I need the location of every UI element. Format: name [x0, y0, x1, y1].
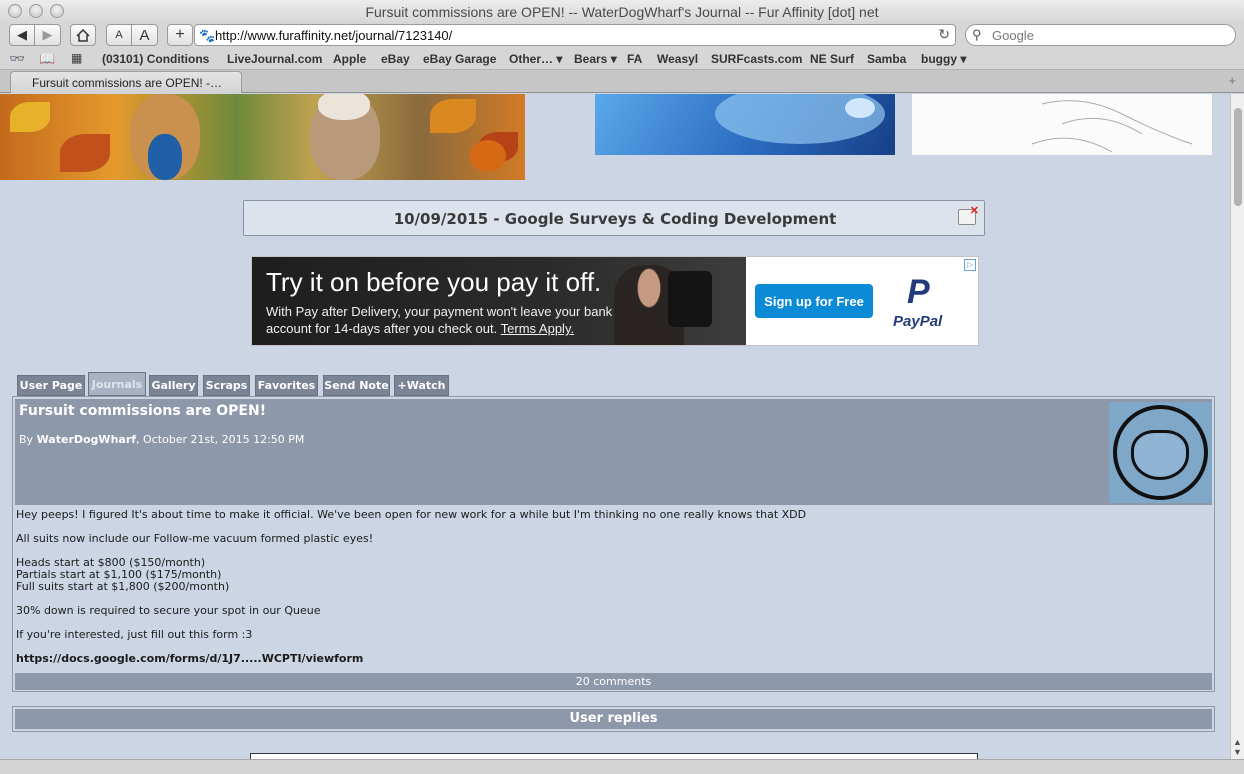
featured-art-thumbnail-bird[interactable]: [595, 94, 895, 155]
search-placeholder: Google: [992, 28, 1034, 43]
ad-signup-button[interactable]: Sign up for Free: [755, 284, 873, 318]
new-tab-icon[interactable]: +: [1228, 73, 1236, 88]
tab-send-note[interactable]: Send Note: [323, 375, 390, 396]
reading-glasses-icon[interactable]: 👓: [9, 51, 25, 67]
bookmark-conditions[interactable]: (03101) Conditions: [102, 52, 209, 66]
tab-gallery[interactable]: Gallery: [149, 375, 198, 396]
bookmark-fa[interactable]: FA: [627, 52, 642, 66]
bookmark-ebay-garage[interactable]: eBay Garage: [423, 52, 496, 66]
chevron-down-icon: ▾: [607, 52, 617, 66]
pumpkin: [470, 140, 506, 172]
journal-date: , October 21st, 2015 12:50 PM: [136, 433, 305, 446]
form-link[interactable]: https://docs.google.com/forms/d/1J7.....…: [16, 653, 1211, 665]
bookmark-apple[interactable]: Apple: [333, 52, 366, 66]
home-icon: [76, 28, 90, 42]
ad-terms-link[interactable]: Terms Apply.: [501, 321, 574, 336]
author-link[interactable]: WaterDogWharf: [37, 433, 136, 446]
browser-toolbar: ◀ ▶ A A + 🐾 http://www.furaffinity.net/j…: [0, 22, 1244, 48]
text-smaller-button[interactable]: A: [106, 24, 132, 46]
bookmarks-bar: 👓 📖 ▦ (03101) Conditions LiveJournal.com…: [0, 48, 1244, 70]
forward-button[interactable]: ▶: [35, 24, 61, 46]
bookmark-weasyl[interactable]: Weasyl: [657, 52, 698, 66]
notice-text[interactable]: 10/09/2015 - Google Surveys & Coding Dev…: [244, 210, 986, 228]
journal-title: Fursuit commissions are OPEN!: [19, 403, 267, 419]
journal-header: Fursuit commissions are OPEN! By WaterDo…: [15, 399, 1212, 505]
bookmark-ne-surf[interactable]: NE Surf: [810, 52, 854, 66]
search-icon: ⚲: [972, 27, 982, 42]
tab-journals[interactable]: Journals: [88, 372, 146, 396]
url-field[interactable]: 🐾 http://www.furaffinity.net/journal/712…: [194, 24, 956, 46]
top-sites-grid-icon[interactable]: ▦: [71, 51, 82, 65]
bookmark-ebay[interactable]: eBay: [381, 52, 410, 66]
user-replies-header: User replies: [15, 709, 1212, 729]
ad-photo-boots: [668, 271, 712, 327]
comments-count[interactable]: 20 comments: [15, 673, 1212, 690]
journal-line: Hey peeps! I figured It's about time to …: [16, 508, 807, 521]
close-icon: ✕: [969, 205, 979, 217]
bookmark-livejournal[interactable]: LiveJournal.com: [227, 52, 322, 66]
ad-headline: Try it on before you pay it off.: [266, 267, 602, 297]
journal-entry: Fursuit commissions are OPEN! By WaterDo…: [12, 396, 1215, 692]
search-field[interactable]: ⚲ Google: [965, 24, 1236, 46]
page-scrollbar[interactable]: ▲ ▼: [1230, 94, 1244, 759]
avatar[interactable]: [1109, 402, 1212, 503]
window-titlebar: Fursuit commissions are OPEN! -- WaterDo…: [0, 0, 1244, 24]
paypal-wordmark: PayPal: [893, 313, 943, 330]
bookmark-surfcasts[interactable]: SURFcasts.com: [711, 52, 802, 66]
status-bar: [0, 759, 1244, 774]
journal-line: If you're interested, just fill out this…: [16, 628, 253, 641]
advertisement-banner[interactable]: Try it on before you pay it off. With Pa…: [251, 256, 979, 346]
tab-watch[interactable]: +Watch: [394, 375, 449, 396]
tab-user-page[interactable]: User Page: [17, 375, 85, 396]
scrollbar-thumb[interactable]: [1234, 108, 1242, 206]
text-larger-button[interactable]: A: [132, 24, 158, 46]
forward-arrow-icon: ▶: [42, 27, 53, 42]
tab-label: Fursuit commissions are OPEN! -…: [32, 76, 223, 90]
bookmark-folder-other[interactable]: Other… ▾: [509, 52, 562, 66]
chevron-down-icon: ▾: [553, 52, 563, 66]
dismiss-notice-button[interactable]: ✕: [958, 205, 979, 225]
tab-favorites[interactable]: Favorites: [255, 375, 318, 396]
ad-body: With Pay after Delivery, your payment wo…: [266, 304, 613, 336]
journal-line: All suits now include our Follow-me vacu…: [16, 532, 374, 545]
journal-byline: By WaterDogWharf, October 21st, 2015 12:…: [19, 433, 305, 446]
back-button[interactable]: ◀: [9, 24, 35, 46]
reload-icon[interactable]: ↻: [938, 26, 950, 43]
plus-icon: +: [175, 26, 185, 43]
journal-line: Full suits start at $1,800 ($200/month): [16, 580, 230, 593]
back-arrow-icon: ◀: [17, 27, 27, 42]
journal-line: 30% down is required to secure your spot…: [16, 604, 321, 617]
web-page: 10/09/2015 - Google Surveys & Coding Dev…: [0, 94, 1230, 759]
journal-body: Hey peeps! I figured It's about time to …: [16, 509, 1211, 665]
bookmarks-book-icon[interactable]: 📖: [39, 51, 55, 67]
tab-current[interactable]: Fursuit commissions are OPEN! -…: [10, 71, 242, 93]
user-replies-section: User replies: [12, 706, 1215, 732]
tab-scraps[interactable]: Scraps: [203, 375, 250, 396]
window-title: Fursuit commissions are OPEN! -- WaterDo…: [365, 4, 879, 20]
bookmark-folder-buggy[interactable]: buggy ▾: [921, 52, 966, 66]
tab-bar: Fursuit commissions are OPEN! -… +: [0, 70, 1244, 93]
adchoices-icon[interactable]: ▷: [964, 259, 976, 271]
url-text: http://www.furaffinity.net/journal/71231…: [215, 28, 453, 43]
site-notice: 10/09/2015 - Google Surveys & Coding Dev…: [243, 200, 985, 236]
add-bookmark-button[interactable]: +: [167, 24, 193, 46]
site-banner-image[interactable]: [0, 94, 525, 180]
home-button[interactable]: [70, 24, 96, 46]
paypal-logo-icon: P: [907, 273, 930, 311]
featured-art-thumbnail-sketch[interactable]: [912, 94, 1212, 155]
scroll-arrows-icon[interactable]: ▲ ▼: [1233, 737, 1242, 757]
site-favicon-paw-icon: 🐾: [199, 28, 216, 43]
chevron-down-icon: ▾: [957, 52, 967, 66]
bookmark-samba[interactable]: Samba: [867, 52, 906, 66]
bookmark-folder-bears[interactable]: Bears ▾: [574, 52, 617, 66]
